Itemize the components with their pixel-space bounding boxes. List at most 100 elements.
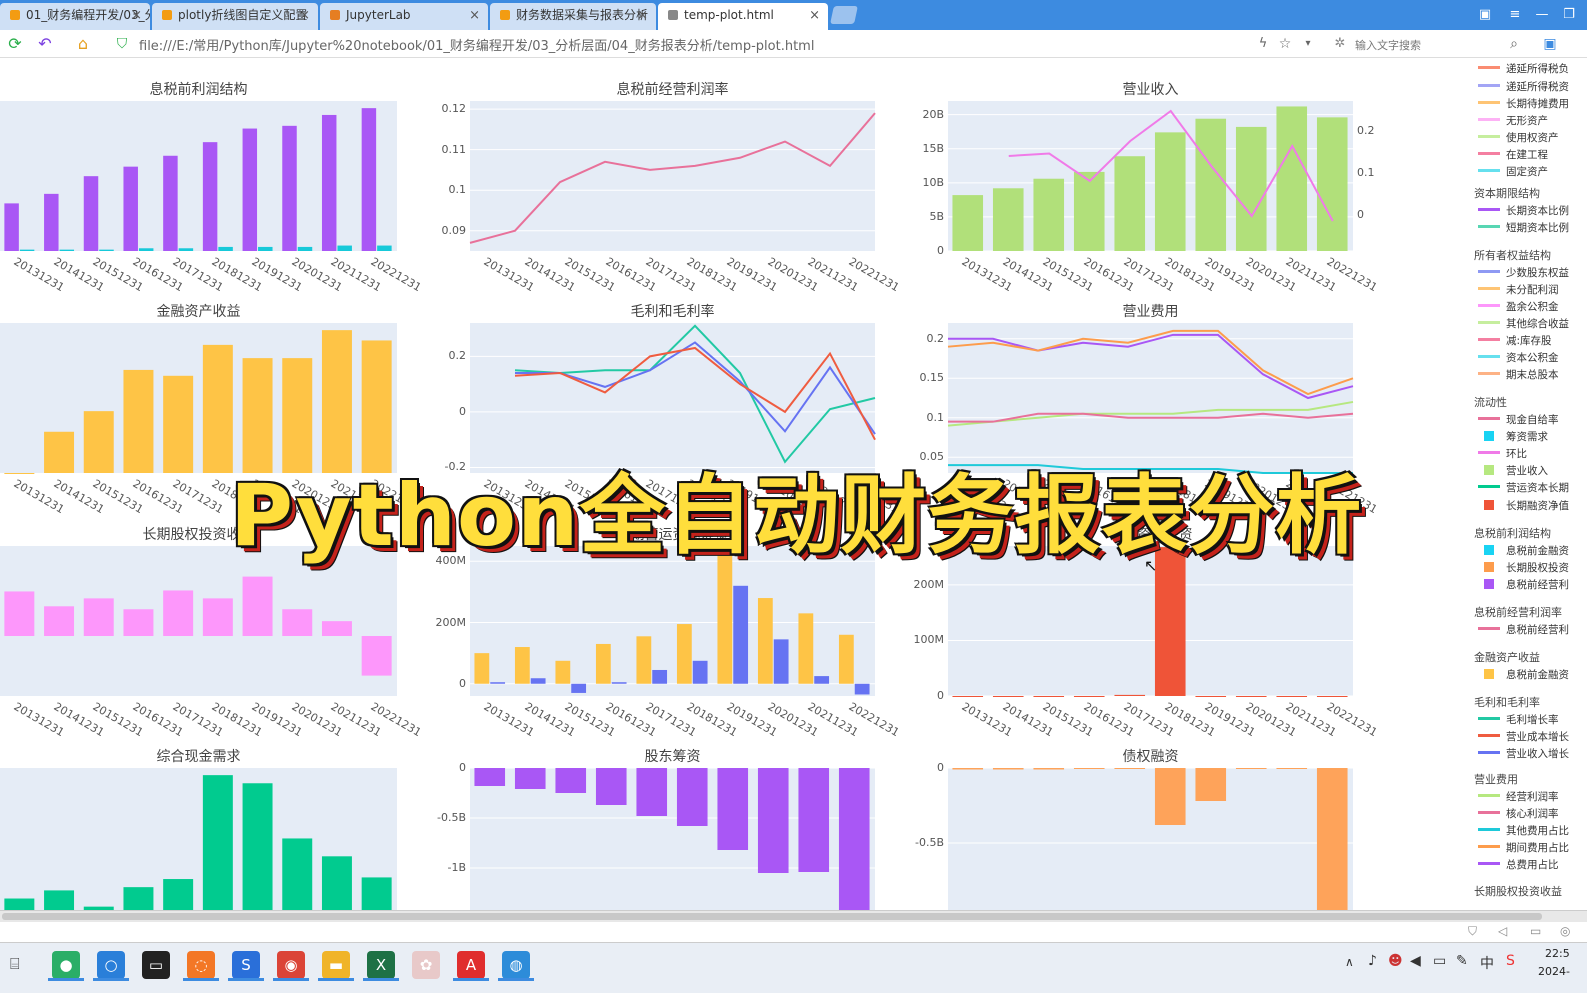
extension-icon[interactable]: ▣ — [1540, 34, 1560, 54]
tab-1[interactable]: 01_财务编程开发/03_分 × — [0, 3, 150, 30]
legend-item[interactable]: 递延所得税负 — [1478, 61, 1569, 76]
legend-item[interactable]: 长期待摊费用 — [1478, 96, 1569, 111]
bar — [798, 613, 814, 684]
tab-close-icon[interactable]: × — [131, 3, 142, 28]
legend-item[interactable]: 环比 — [1478, 446, 1527, 461]
tab-close-icon[interactable]: × — [469, 3, 480, 28]
taskbar-acrobat-icon[interactable]: A — [457, 951, 485, 979]
legend-item[interactable]: 期末总股本 — [1478, 367, 1559, 382]
scrollbar-thumb[interactable] — [2, 913, 1542, 920]
minimize-icon[interactable]: — — [1533, 6, 1551, 24]
taskbar-wechat-icon[interactable]: ● — [52, 951, 80, 979]
legend-item[interactable]: 毛利增长率 — [1478, 712, 1559, 727]
bar — [163, 590, 194, 636]
qq-icon[interactable]: ☻ — [1388, 953, 1403, 969]
bar — [44, 890, 75, 910]
legend-item[interactable]: 核心利润率 — [1478, 806, 1559, 821]
tab-close-icon[interactable]: × — [637, 3, 648, 28]
legend-item[interactable]: 递延所得税资 — [1478, 79, 1569, 94]
legend-swatch — [1478, 152, 1500, 155]
shield-status-icon[interactable]: ⛉ — [1468, 924, 1477, 939]
new-tab-button[interactable] — [830, 6, 858, 24]
bookmark-star-icon[interactable]: ☆ — [1275, 34, 1295, 54]
legend-item[interactable]: 少数股东权益 — [1478, 265, 1569, 280]
legend-item[interactable]: 营业收入增长 — [1478, 746, 1569, 761]
search-engine-icon: ✲ — [1334, 36, 1346, 51]
task-view-icon[interactable]: ⌸ — [10, 954, 20, 974]
legend-item[interactable]: 未分配利润 — [1478, 282, 1559, 297]
legend-item[interactable]: 长期融资净值 — [1478, 498, 1569, 513]
network-icon[interactable]: ▭ — [1433, 953, 1446, 969]
legend-item[interactable]: 固定资产 — [1478, 164, 1548, 179]
taskbar-chrome-icon[interactable]: ◉ — [277, 951, 305, 979]
bar — [992, 188, 1024, 251]
tab-4[interactable]: 财务数据采集与报表分析 × — [490, 3, 656, 30]
bar — [282, 125, 297, 251]
plot-legend: 递延所得税负 递延所得税资 长期待摊费用 无形资产 使用权资产 在建工程 固定资产 资本期限结… — [1468, 59, 1587, 910]
home-icon[interactable]: ⌂ — [73, 34, 93, 54]
legend-item[interactable]: 资本公积金 — [1478, 350, 1559, 365]
tray-chevron-icon[interactable]: ∧ — [1345, 955, 1354, 969]
volume-icon[interactable]: ◀ — [1410, 953, 1421, 969]
legend-item[interactable]: 息税前经营利 — [1478, 577, 1569, 592]
clock-date[interactable]: 2024- — [1538, 965, 1570, 978]
menu-icon[interactable]: ≡ — [1506, 6, 1524, 24]
bar — [1316, 768, 1348, 910]
legend-item[interactable]: 经营利润率 — [1478, 789, 1559, 804]
lightning-icon[interactable]: ϟ — [1253, 34, 1273, 54]
zoom-status-icon[interactable]: ◎ — [1560, 924, 1570, 938]
pen-icon[interactable]: ✎ — [1456, 953, 1468, 969]
clock-time[interactable]: 22:5 — [1545, 947, 1570, 960]
taskbar-search-icon[interactable]: ○ — [97, 951, 125, 979]
legend-item[interactable]: 营业收入 — [1478, 463, 1548, 478]
horizontal-scrollbar[interactable] — [0, 910, 1587, 922]
tab-close-icon[interactable]: × — [299, 3, 310, 28]
legend-item[interactable]: 现金自给率 — [1478, 412, 1559, 427]
legend-item[interactable]: 总费用占比 — [1478, 857, 1559, 872]
taskbar-sogou-icon[interactable]: S — [232, 951, 260, 979]
url-text[interactable]: file:///E:/常用/Python库/Jupyter%20notebook… — [139, 35, 814, 54]
legend-swatch — [1478, 794, 1500, 797]
bar — [1276, 106, 1308, 251]
download-status-icon[interactable]: ▭ — [1530, 924, 1541, 938]
taskbar-browser2-icon[interactable]: ◍ — [502, 951, 530, 979]
tab-close-icon[interactable]: × — [809, 3, 820, 28]
search-input[interactable]: 输入文字搜索 — [1355, 37, 1421, 53]
legend-item[interactable]: 营业成本增长 — [1478, 729, 1569, 744]
taskbar-jupyter-icon[interactable]: ◌ — [187, 951, 215, 979]
sogou-tray-icon[interactable]: S — [1506, 953, 1515, 969]
microphone-icon[interactable]: ♪ — [1368, 953, 1377, 969]
legend-item[interactable]: 息税前金融资 — [1478, 543, 1569, 558]
legend-item[interactable]: 期间费用占比 — [1478, 840, 1569, 855]
legend-item[interactable]: 在建工程 — [1478, 147, 1548, 162]
undo-icon[interactable]: ↶ — [35, 34, 55, 54]
search-icon[interactable]: ⌕ — [1504, 34, 1524, 54]
legend-item[interactable]: 其他综合收益 — [1478, 316, 1569, 331]
legend-label: 资本公积金 — [1506, 352, 1559, 364]
legend-item[interactable]: 使用权资产 — [1478, 130, 1559, 145]
legend-item[interactable]: 盈余公积金 — [1478, 299, 1559, 314]
ime-icon[interactable]: 中 — [1480, 953, 1494, 973]
taskbar-files-icon[interactable]: ▬ — [322, 951, 350, 979]
legend-item[interactable]: 其他费用占比 — [1478, 823, 1569, 838]
legend-item[interactable]: 长期股权投资 — [1478, 560, 1569, 575]
tab-3[interactable]: JupyterLab × — [320, 3, 488, 30]
volume-status-icon[interactable]: ◁ — [1498, 924, 1507, 938]
restore-icon[interactable]: ❐ — [1560, 6, 1578, 24]
legend-item[interactable]: 筹资需求 — [1478, 429, 1548, 444]
legend-item[interactable]: 短期资本比例 — [1478, 220, 1569, 235]
tab-5[interactable]: temp-plot.html × — [658, 3, 828, 30]
taskbar-app9-icon[interactable]: ✿ — [412, 951, 440, 979]
legend-item[interactable]: 无形资产 — [1478, 113, 1548, 128]
taskbar-terminal-icon[interactable]: ▭ — [142, 951, 170, 979]
chevron-down-icon[interactable]: ▾ — [1298, 34, 1318, 54]
legend-item[interactable]: 减:库存股 — [1478, 333, 1552, 348]
taskbar-excel-icon[interactable]: X — [367, 951, 395, 979]
tab-2[interactable]: plotly折线图自定义配置 × — [152, 3, 318, 30]
reload-icon[interactable]: ⟳ — [5, 34, 25, 54]
legend-item[interactable]: 息税前经营利 — [1478, 622, 1569, 637]
legend-item[interactable]: 息税前金融资 — [1478, 667, 1569, 682]
legend-item[interactable]: 长期资本比例 — [1478, 203, 1569, 218]
legend-item[interactable]: 营运资本长期 — [1478, 480, 1569, 495]
sidebar-toggle-icon[interactable]: ▣ — [1476, 6, 1494, 24]
